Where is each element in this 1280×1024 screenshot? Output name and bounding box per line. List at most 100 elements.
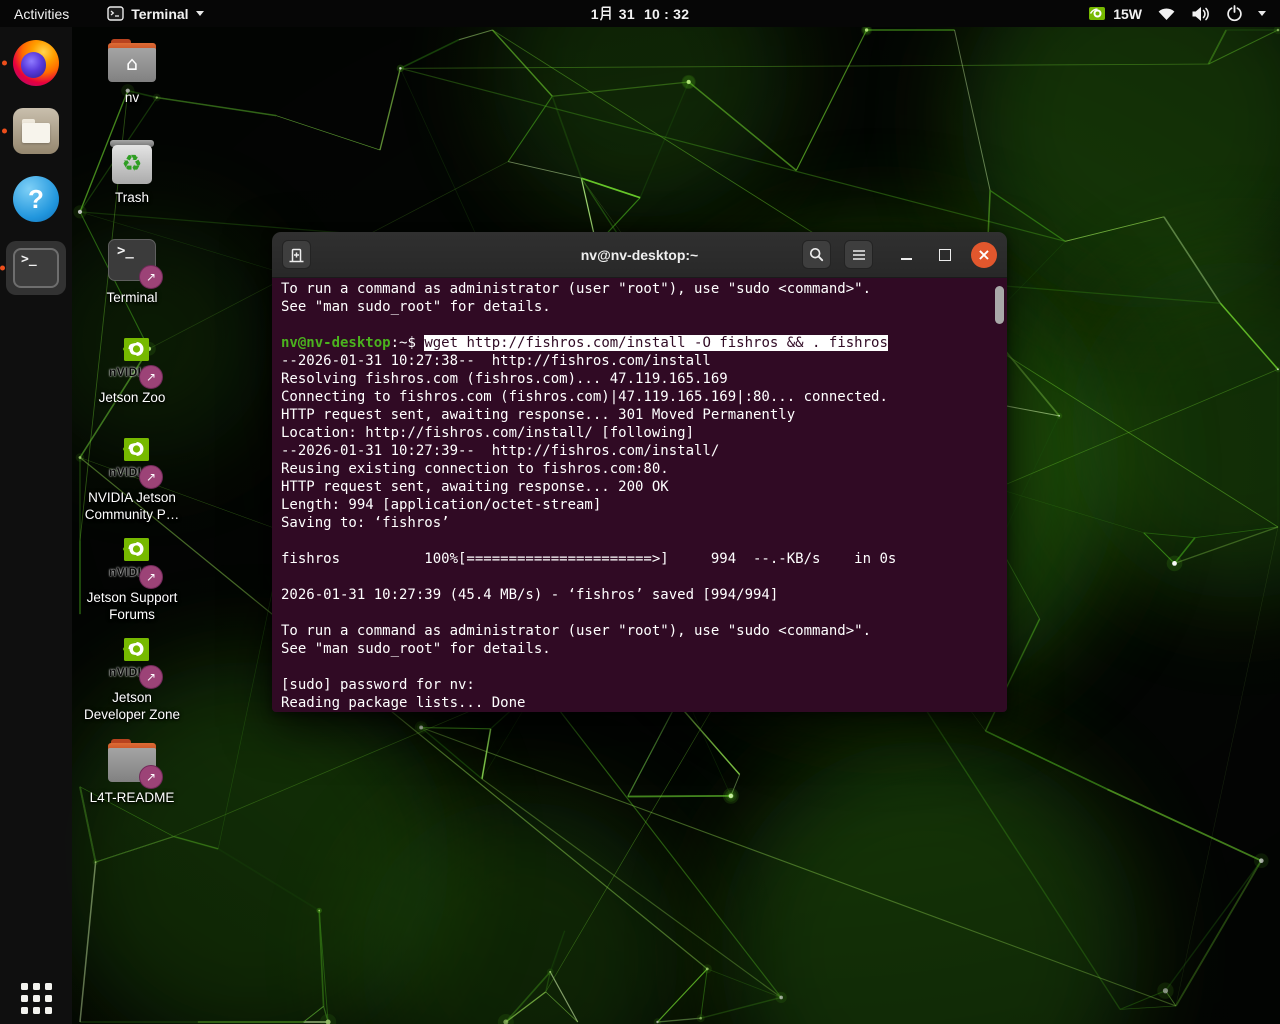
power-icon (1226, 5, 1243, 22)
desktop-icon-nv[interactable]: ⌂ nv (76, 30, 188, 130)
dock-item-files[interactable] (8, 105, 64, 157)
terminal-link-icon: >_ ↗ (106, 238, 158, 286)
running-indicator (0, 266, 5, 271)
terminal-scrollbar[interactable] (995, 286, 1004, 324)
terminal-line: Length: 994 [application/octet-stream] (281, 496, 999, 514)
terminal-line: Connecting to fishros.com (fishros.com)|… (281, 388, 999, 406)
terminal-line: HTTP request sent, awaiting response... … (281, 406, 999, 424)
link-emblem-icon: ↗ (139, 265, 163, 289)
terminal-line: 2026-01-31 10:27:39 (45.4 MB/s) - ‘fishr… (281, 586, 999, 604)
terminal-line: --2026-01-31 10:27:39-- http://fishros.c… (281, 442, 999, 460)
power-mode-label: 15W (1113, 6, 1142, 22)
top-bar: Activities Terminal 1 31 10 : 32 15W (0, 0, 1280, 27)
terminal-line: nv@nv-desktop:~$ wget http://fishros.com… (281, 334, 999, 352)
icon-label: L4T-README (90, 789, 175, 806)
home-folder-icon: ⌂ (106, 38, 158, 86)
terminal-line: Reading package lists... Done (281, 694, 999, 712)
clock[interactable]: 1 31 10 : 32 (591, 0, 690, 27)
clock-colon: : (664, 6, 669, 22)
clock-day: 31 (619, 6, 635, 22)
new-tab-button[interactable] (282, 240, 311, 269)
clock-minute: 32 (673, 6, 689, 22)
terminal-line: To run a command as administrator (user … (281, 622, 999, 640)
desktop-icon-terminal[interactable]: >_ ↗ Terminal (76, 230, 188, 330)
nvidia-link-icon: nVIDIA ↗ (106, 638, 158, 686)
terminal-line: To run a command as administrator (user … (281, 280, 999, 298)
show-applications-button[interactable] (0, 983, 72, 1014)
icon-label: Jetson Developer Zone (84, 689, 180, 723)
terminal-content[interactable]: To run a command as administrator (user … (272, 278, 1007, 712)
status-chevron-down-icon (1258, 11, 1266, 16)
files-icon (13, 108, 59, 154)
link-arrow-glyph: ↗ (146, 270, 156, 284)
terminal-line: Resolving fishros.com (fishros.com)... 4… (281, 370, 999, 388)
icon-label: nv (125, 89, 139, 106)
prompt-glyph: >_ (117, 243, 134, 259)
terminal-app-icon (107, 6, 124, 21)
help-icon: ? (13, 176, 59, 222)
search-button[interactable] (802, 240, 831, 269)
terminal-line: --2026-01-31 10:27:38-- http://fishros.c… (281, 352, 999, 370)
desktop-icon-nvidia-community[interactable]: nVIDIA ↗ NVIDIA Jetson Community P… (76, 430, 188, 530)
running-indicator (2, 61, 7, 66)
close-button[interactable]: × (971, 242, 997, 268)
nvidia-power-icon (1085, 6, 1106, 21)
question-glyph: ? (28, 184, 44, 215)
dock-item-help[interactable]: ? (8, 173, 64, 225)
dock: ? >_ (0, 27, 72, 1024)
dock-item-terminal[interactable]: >_ (6, 241, 66, 295)
terminal-line (281, 604, 999, 622)
desktop-icon-jetson-zoo[interactable]: nVIDIA ↗ Jetson Zoo (76, 330, 188, 430)
activities-label: Activities (14, 6, 69, 22)
recycle-icon: ♻ (122, 153, 143, 176)
link-arrow-glyph: ↗ (146, 670, 156, 684)
nvidia-link-icon: nVIDIA ↗ (106, 438, 158, 486)
terminal-window: nv@nv-desktop:~ × To run a command as ad… (272, 232, 1007, 712)
prompt-glyph: >_ (21, 252, 37, 267)
terminal-line (281, 316, 999, 334)
link-emblem-icon: ↗ (139, 565, 163, 589)
system-status-area[interactable]: 15W (1085, 0, 1280, 27)
nvidia-link-icon: nVIDIA ↗ (106, 538, 158, 586)
icon-label: Trash (115, 189, 149, 206)
terminal-line (281, 532, 999, 550)
link-arrow-glyph: ↗ (146, 370, 156, 384)
terminal-line: Saving to: ‘fishros’ (281, 514, 999, 532)
link-emblem-icon: ↗ (139, 465, 163, 489)
link-arrow-glyph: ↗ (146, 570, 156, 584)
folder-link-icon: ↗ (106, 738, 158, 786)
icon-label: Jetson Support Forums (87, 589, 178, 623)
terminal-line: fishros 100%[======================>] 99… (281, 550, 999, 568)
wifi-icon (1157, 6, 1176, 21)
icon-label: NVIDIA Jetson Community P… (85, 489, 180, 523)
app-menu-label: Terminal (131, 6, 188, 22)
desktop-icons: ⌂ nv ♻ Trash >_ ↗ Terminal nVIDIA ↗ Jets… (76, 30, 188, 830)
icon-label: Jetson Zoo (99, 389, 166, 406)
menu-button[interactable] (844, 240, 873, 269)
desktop-icon-jetson-developer[interactable]: nVIDIA ↗ Jetson Developer Zone (76, 630, 188, 730)
terminal-icon: >_ (13, 248, 59, 288)
maximize-button[interactable] (932, 242, 958, 268)
month-kanji-icon (600, 6, 612, 21)
minimize-button[interactable] (893, 242, 919, 268)
close-icon: × (977, 245, 990, 264)
activities-button[interactable]: Activities (4, 0, 79, 27)
house-icon: ⌂ (126, 53, 138, 75)
desktop-icon-jetson-support[interactable]: nVIDIA ↗ Jetson Support Forums (76, 530, 188, 630)
link-emblem-icon: ↗ (139, 765, 163, 789)
running-indicator (2, 129, 7, 134)
dock-item-firefox[interactable] (8, 37, 64, 89)
terminal-line (281, 658, 999, 676)
firefox-icon (13, 40, 59, 86)
terminal-line: [sudo] password for nv: (281, 676, 999, 694)
link-emblem-icon: ↗ (139, 665, 163, 689)
app-menu[interactable]: Terminal (97, 0, 213, 27)
icon-label: Terminal (106, 289, 157, 306)
terminal-titlebar[interactable]: nv@nv-desktop:~ × (272, 232, 1007, 278)
terminal-line: See "man sudo_root" for details. (281, 298, 999, 316)
link-arrow-glyph: ↗ (146, 470, 156, 484)
desktop-icon-l4t-readme[interactable]: ↗ L4T-README (76, 730, 188, 830)
desktop-icon-trash[interactable]: ♻ Trash (76, 130, 188, 230)
chevron-down-icon (196, 11, 204, 16)
terminal-line (281, 568, 999, 586)
